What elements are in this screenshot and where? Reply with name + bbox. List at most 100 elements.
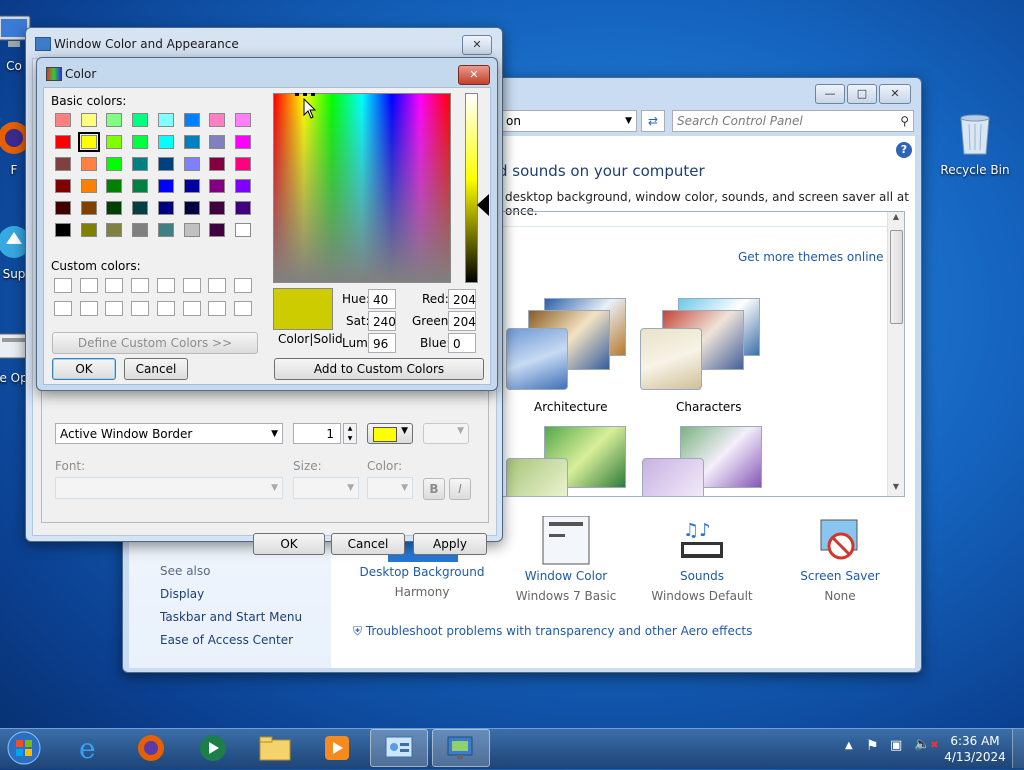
action-center-flag-icon[interactable]: ⚑ bbox=[866, 738, 879, 754]
custom-color-swatch[interactable] bbox=[105, 301, 124, 316]
cancel-button[interactable]: Cancel bbox=[124, 358, 188, 380]
custom-color-swatch[interactable] bbox=[79, 278, 98, 293]
custom-color-swatch[interactable] bbox=[54, 278, 72, 293]
custom-color-swatch[interactable] bbox=[208, 278, 227, 293]
sounds-item[interactable]: ♫♪ Sounds Windows Default bbox=[637, 516, 767, 603]
minimize-button[interactable]: — bbox=[815, 84, 845, 104]
taskbar-firefox[interactable] bbox=[122, 729, 180, 767]
blue-input[interactable]: 0 bbox=[448, 333, 476, 353]
apply-button[interactable]: Apply bbox=[413, 533, 487, 555]
luminance-arrow-icon[interactable] bbox=[477, 194, 489, 216]
custom-color-swatch[interactable] bbox=[54, 301, 72, 316]
close-button[interactable]: ✕ bbox=[458, 65, 490, 85]
ok-button[interactable]: OK bbox=[52, 358, 116, 380]
search-input[interactable]: Search Control Panel ⚲ bbox=[672, 110, 914, 132]
scroll-down-icon[interactable]: ▼ bbox=[888, 482, 904, 496]
bold-button[interactable]: B bbox=[423, 478, 445, 500]
custom-color-swatch[interactable] bbox=[233, 278, 252, 293]
refresh-button[interactable]: ⇄ bbox=[641, 110, 665, 132]
custom-color-swatch[interactable] bbox=[131, 278, 150, 293]
font-select[interactable]: ▼ bbox=[55, 477, 283, 499]
window-color-item[interactable]: Window Color Windows 7 Basic bbox=[501, 515, 631, 603]
address-bar[interactable]: on ▼ bbox=[501, 110, 637, 132]
themes-list[interactable]: Get more themes online Architecture Char… bbox=[497, 211, 905, 497]
theme-characters[interactable]: Characters bbox=[638, 296, 788, 416]
item-size-spinner[interactable]: 1 bbox=[293, 423, 341, 444]
spin-up-icon[interactable]: ▲ bbox=[344, 424, 356, 434]
get-more-themes-link[interactable]: Get more themes online bbox=[738, 250, 884, 264]
chevron-down-icon: ▼ bbox=[457, 426, 464, 436]
custom-color-swatch[interactable] bbox=[182, 301, 201, 316]
italic-button[interactable]: I bbox=[449, 478, 471, 500]
item-value: Windows Default bbox=[651, 589, 753, 603]
ok-button[interactable]: OK bbox=[253, 533, 325, 555]
cancel-button[interactable]: Cancel bbox=[331, 533, 405, 555]
taskbar-ie[interactable]: e bbox=[60, 729, 118, 767]
taskbar-explorer[interactable] bbox=[246, 729, 304, 767]
volume-muted-icon[interactable]: 🔈✖ bbox=[914, 737, 939, 752]
taskbar-control-panel[interactable] bbox=[370, 729, 428, 767]
custom-color-swatch[interactable] bbox=[182, 278, 201, 293]
maximize-button[interactable]: □ bbox=[847, 84, 877, 104]
show-desktop-button[interactable] bbox=[1012, 729, 1024, 768]
screen-saver-item[interactable]: Screen Saver None bbox=[775, 516, 905, 603]
luminance-bar[interactable] bbox=[465, 93, 478, 283]
spin-down-icon[interactable]: ▼ bbox=[344, 434, 356, 444]
color-dialog-body: Basic colors: Custom colors: Define Cust… bbox=[43, 87, 491, 385]
themes-scrollbar[interactable]: ▲ ▼ bbox=[887, 212, 904, 496]
see-also-taskbar-link[interactable]: Taskbar and Start Menu bbox=[160, 610, 302, 624]
scrollbar-thumb[interactable] bbox=[890, 230, 903, 324]
svg-text:e: e bbox=[79, 732, 96, 764]
theme-thumbnail[interactable] bbox=[642, 458, 704, 496]
custom-color-swatch[interactable] bbox=[156, 278, 175, 293]
red-label: Red: bbox=[422, 292, 449, 306]
color2-button[interactable]: ▼ bbox=[423, 423, 469, 444]
font-size-select[interactable]: ▼ bbox=[293, 477, 359, 499]
custom-color-swatch[interactable] bbox=[79, 301, 98, 316]
firefox-icon bbox=[138, 735, 164, 761]
theme-thumbnail bbox=[506, 328, 568, 390]
taskbar-media-player[interactable] bbox=[308, 729, 366, 767]
desktop-icon-recycle-bin[interactable]: Recycle Bin bbox=[935, 110, 1015, 177]
color1-button[interactable]: ▼ bbox=[367, 423, 413, 444]
font-color-select[interactable]: ▼ bbox=[367, 477, 413, 499]
taskbar-appearance[interactable] bbox=[432, 729, 490, 767]
tray-expand-icon[interactable]: ▲ bbox=[845, 740, 853, 751]
item-size-stepper[interactable]: ▲ ▼ bbox=[343, 423, 357, 444]
green-input[interactable]: 204 bbox=[448, 311, 476, 331]
custom-color-swatch[interactable] bbox=[156, 301, 175, 316]
item-select[interactable]: Active Window Border ▼ bbox=[55, 423, 283, 444]
color-dialog-icon bbox=[46, 67, 62, 81]
see-also-ease-link[interactable]: Ease of Access Center bbox=[160, 633, 293, 647]
theme-architecture[interactable]: Architecture bbox=[504, 296, 654, 416]
see-also-display-link[interactable]: Display bbox=[160, 587, 204, 601]
custom-color-swatch[interactable] bbox=[131, 301, 150, 316]
help-button[interactable]: ? bbox=[896, 142, 912, 158]
clock[interactable]: 6:36 AM 4/13/2024 bbox=[940, 733, 1010, 765]
sounds-icon: ♫♪ bbox=[681, 520, 723, 558]
scroll-up-icon[interactable]: ▲ bbox=[888, 212, 904, 226]
troubleshoot-link[interactable]: ⛨ Troubleshoot problems with transparenc… bbox=[353, 624, 752, 639]
color-spectrum[interactable] bbox=[273, 93, 451, 283]
taskbar-media-center[interactable] bbox=[184, 729, 242, 767]
lum-input[interactable]: 96 bbox=[368, 333, 396, 353]
theme-thumbnail[interactable] bbox=[506, 458, 568, 496]
network-icon[interactable]: ▣ bbox=[890, 738, 902, 753]
custom-color-swatch[interactable] bbox=[208, 301, 227, 316]
sat-input[interactable]: 240 bbox=[368, 311, 396, 331]
custom-color-swatch[interactable] bbox=[233, 301, 252, 316]
start-button[interactable] bbox=[4, 729, 48, 767]
start-orb-icon bbox=[7, 731, 41, 765]
close-button[interactable]: ✕ bbox=[462, 35, 492, 55]
appearance-icon bbox=[447, 736, 473, 759]
search-icon: ⚲ bbox=[900, 114, 909, 128]
font-label: Font: bbox=[55, 459, 86, 473]
address-dropdown-icon[interactable]: ▼ bbox=[625, 111, 632, 131]
define-custom-colors-button[interactable]: Define Custom Colors >> bbox=[52, 332, 258, 354]
clock-time: 6:36 AM bbox=[950, 734, 1000, 748]
close-button[interactable]: ✕ bbox=[879, 84, 911, 104]
hue-input[interactable]: 40 bbox=[368, 289, 396, 309]
add-to-custom-colors-button[interactable]: Add to Custom Colors bbox=[274, 358, 484, 380]
custom-color-swatch[interactable] bbox=[105, 278, 124, 293]
red-input[interactable]: 204 bbox=[448, 289, 476, 309]
